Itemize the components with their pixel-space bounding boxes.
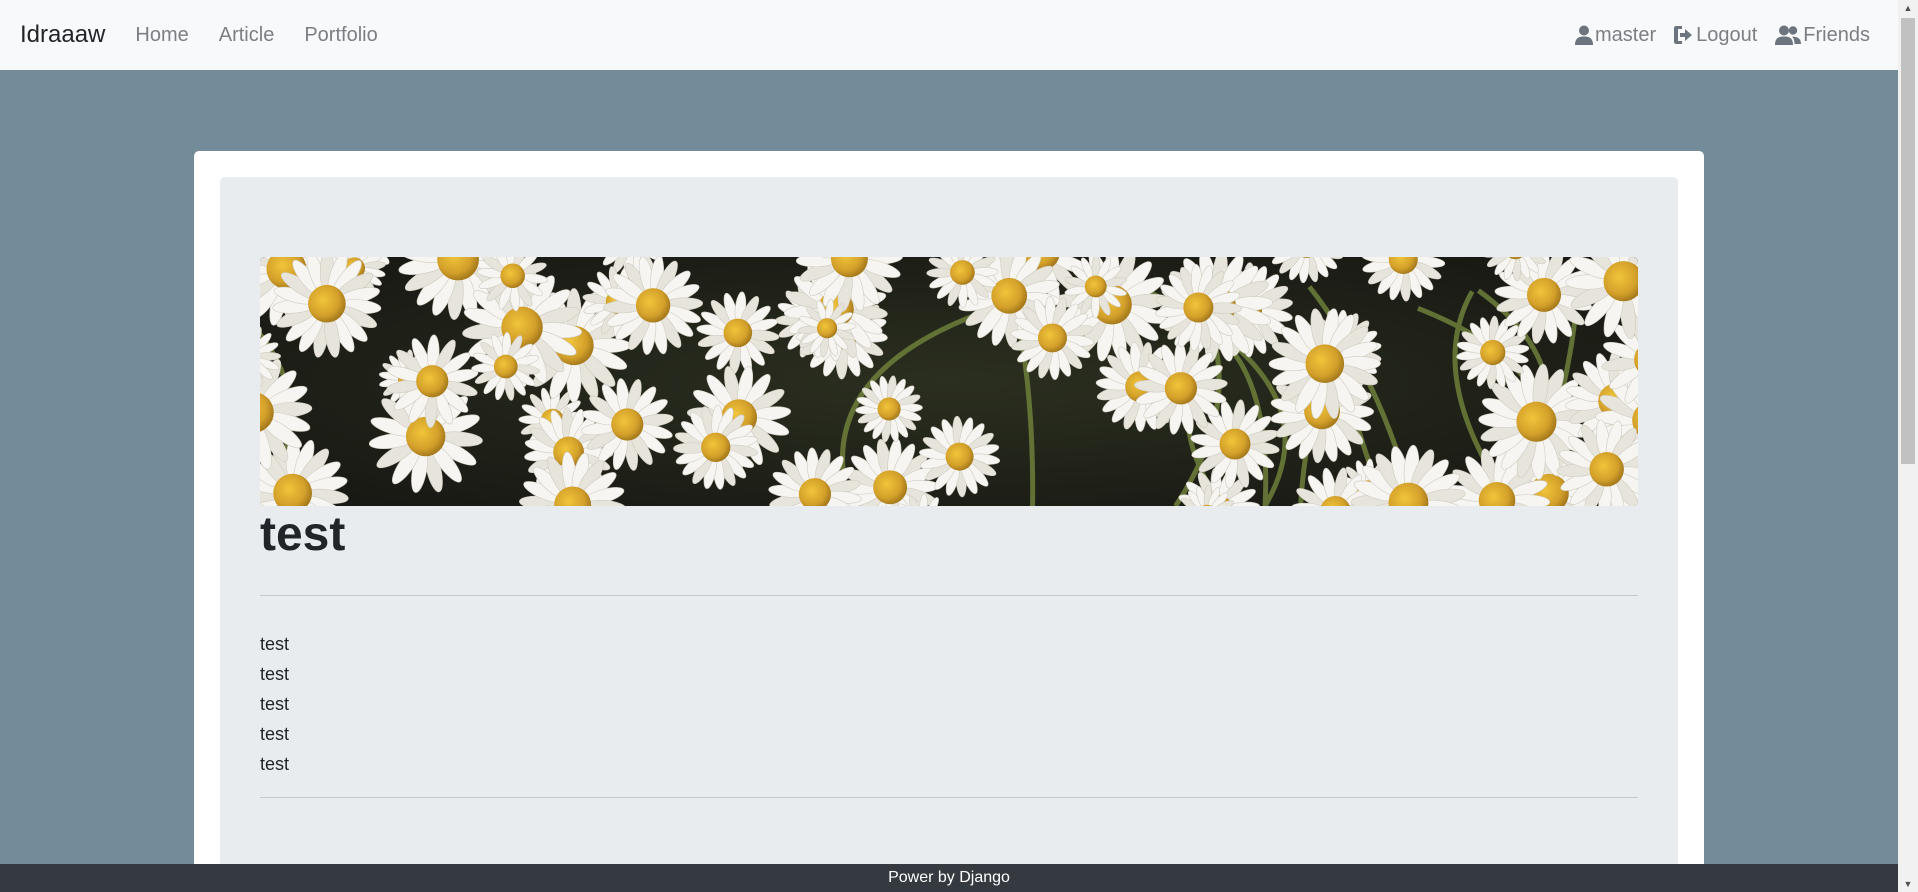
navbar-right: master Logout Friends	[1557, 0, 1870, 70]
logout-icon	[1674, 26, 1693, 44]
article-body-line: test	[260, 754, 290, 774]
logout-label: Logout	[1696, 23, 1758, 46]
users-icon	[1775, 25, 1802, 45]
scroll-down-arrow-icon[interactable]: ▼	[1898, 876, 1918, 892]
footer-text: Power by Django	[888, 869, 1010, 886]
footer: Power by Django	[0, 864, 1898, 892]
user-icon	[1575, 25, 1593, 45]
scrollbar-thumb[interactable]	[1901, 18, 1915, 464]
article-card: test test test test test test	[194, 151, 1704, 892]
nav-link-home[interactable]: Home	[135, 24, 188, 47]
friends-label: Friends	[1803, 23, 1870, 46]
brand-link[interactable]: Idraaaw	[20, 21, 105, 49]
daisy-photo	[260, 257, 1638, 506]
article-body: test test test test test	[260, 629, 289, 779]
article-title: test	[260, 508, 346, 561]
divider	[260, 595, 1638, 596]
article-jumbotron: test test test test test test	[220, 177, 1678, 892]
logout-link[interactable]: Logout	[1674, 24, 1757, 47]
page-scrollbar[interactable]: ▲ ▼	[1898, 0, 1918, 892]
nav-link-article[interactable]: Article	[219, 24, 275, 47]
friends-link[interactable]: Friends	[1775, 24, 1870, 47]
user-menu-label: master	[1595, 23, 1657, 46]
divider	[260, 797, 1638, 798]
nav-link-portfolio[interactable]: Portfolio	[304, 24, 377, 47]
article-banner-image	[260, 257, 1638, 506]
article-body-line: test	[260, 694, 290, 714]
navbar: Idraaaw Home Article Portfolio master Lo…	[0, 0, 1898, 70]
user-menu-link[interactable]: master	[1575, 24, 1656, 47]
scroll-up-arrow-icon[interactable]: ▲	[1898, 0, 1918, 16]
article-body-line: test	[260, 724, 290, 744]
article-body-line: test	[260, 664, 290, 684]
article-body-line: test	[260, 634, 290, 654]
